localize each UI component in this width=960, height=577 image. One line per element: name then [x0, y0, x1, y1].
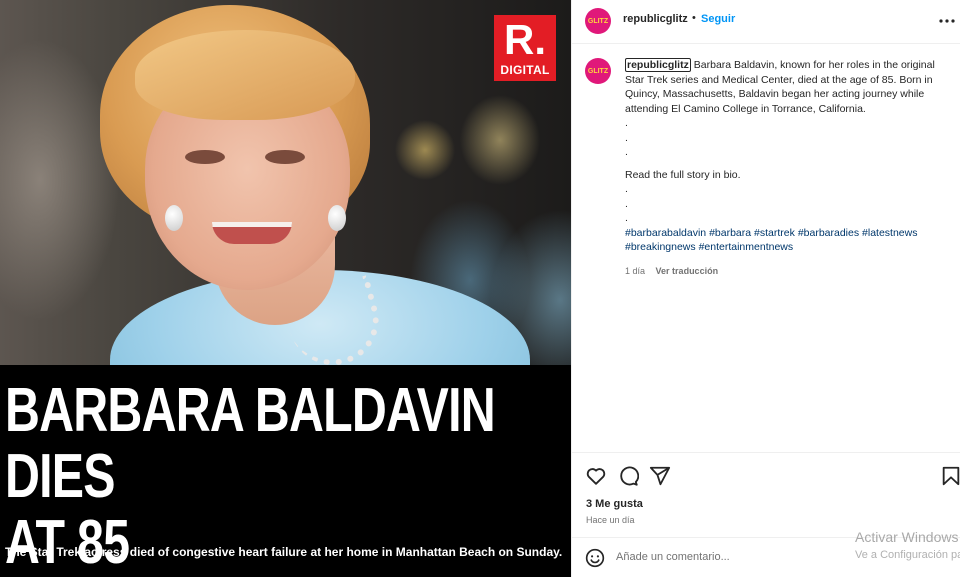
hashtag-link[interactable]: #barbarabaldavin: [625, 227, 706, 239]
left-eye-shape: [185, 150, 225, 164]
right-earring-shape: [328, 205, 346, 231]
logo-mark: R.: [504, 16, 546, 63]
hashtag-link[interactable]: #barbaradies: [798, 227, 859, 239]
bookmark-icon[interactable]: [940, 465, 960, 487]
comment-input[interactable]: [616, 546, 836, 568]
share-icon[interactable]: [649, 465, 671, 487]
hashtag-link[interactable]: #breakingnews: [625, 241, 696, 253]
caption-username[interactable]: republicglitz: [625, 58, 691, 72]
heart-icon[interactable]: [585, 465, 607, 487]
header-username[interactable]: republicglitz: [623, 13, 688, 25]
hashtag-list: #barbarabaldavin #barbara #startrek #bar…: [625, 226, 955, 255]
caption-avatar[interactable]: GLITZ: [585, 58, 611, 84]
caption-section: GLITZ republicglitz Barbara Baldavin, kn…: [572, 45, 960, 453]
caption-dot: .: [625, 117, 628, 129]
emoji-icon[interactable]: [585, 548, 605, 568]
activate-windows-title: Activar Windows: [855, 529, 959, 545]
see-translation-link[interactable]: Ver traducción: [656, 266, 719, 276]
post-side-panel: GLITZ republicglitz • Seguir GLITZ repub…: [571, 0, 960, 577]
caption-meta: 1 día Ver traducción: [625, 266, 718, 276]
bangs-shape: [135, 30, 355, 120]
comment-icon[interactable]: [617, 465, 639, 487]
hashtag-link[interactable]: #barbara: [709, 227, 751, 239]
read-more-text: Read the full story in bio.: [625, 168, 741, 181]
smile-shape: [212, 222, 292, 244]
republic-digital-logo: R. DIGITAL: [494, 15, 556, 81]
portrait-photo: [0, 0, 571, 365]
hashtag-link[interactable]: #entertainmentnews: [699, 241, 794, 253]
more-horizontal-icon[interactable]: [938, 12, 956, 30]
hashtag-link[interactable]: #latestnews: [862, 227, 917, 239]
caption-dot: .: [625, 146, 628, 158]
caption-text-block: republicglitz Barbara Baldavin, known fo…: [625, 58, 955, 255]
avatar-text: GLITZ: [587, 17, 609, 25]
follow-button[interactable]: Seguir: [701, 13, 735, 25]
right-eye-shape: [265, 150, 305, 164]
headline-line: BARBARA BALDAVIN DIES: [5, 376, 496, 511]
separator-dot: •: [692, 12, 696, 24]
post-time: Hace un día: [586, 515, 635, 525]
caption-time[interactable]: 1 día: [625, 266, 645, 276]
avatar[interactable]: GLITZ: [585, 8, 611, 34]
caption-dot: .: [625, 212, 628, 224]
caption-dot: .: [625, 183, 628, 195]
post-image[interactable]: R. DIGITAL BARBARA BALDAVIN DIES AT 85 T…: [0, 0, 571, 577]
activate-windows-subtitle: Ve a Configuración para activar Windows.: [855, 549, 960, 561]
headline-line: AT 85: [5, 508, 130, 577]
subheadline: The Star Trek actress died of congestive…: [5, 545, 563, 559]
caption-dot: .: [625, 197, 628, 210]
avatar-text: GLITZ: [587, 67, 609, 75]
caption-dot: .: [625, 131, 628, 144]
hashtag-link[interactable]: #startrek: [754, 227, 795, 239]
post-header: GLITZ republicglitz • Seguir: [572, 0, 960, 44]
logo-label: DIGITAL: [500, 63, 550, 77]
left-earring-shape: [165, 205, 183, 231]
likes-count[interactable]: 3 Me gusta: [586, 498, 643, 510]
